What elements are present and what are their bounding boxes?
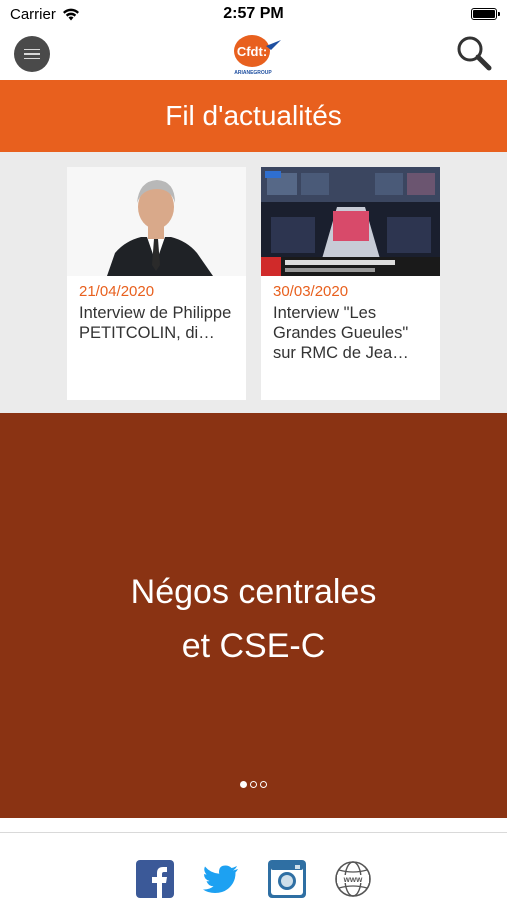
banner-title-line1: Négos centrales <box>130 573 377 611</box>
search-icon[interactable] <box>455 34 493 72</box>
menu-button[interactable] <box>14 36 50 72</box>
twitter-icon[interactable] <box>202 860 240 898</box>
page-dot[interactable] <box>240 781 247 788</box>
cfdt-logo: Cfdt: ARIANEGROUP <box>234 35 281 76</box>
footer-divider <box>0 832 507 833</box>
news-title: Interview de Philippe PETITCOLIN, di… <box>79 304 232 342</box>
status-time: 2:57 PM <box>223 5 284 22</box>
nav-bar: Cfdt: ARIANEGROUP <box>0 28 507 80</box>
news-date: 21/04/2020 <box>79 283 155 300</box>
section-title: Fil d'actualités <box>165 100 342 131</box>
svg-text:Cfdt:: Cfdt: <box>237 44 267 59</box>
svg-text:www: www <box>343 875 363 884</box>
news-title: Interview "Les Grandes Gueules" sur RMC … <box>273 304 409 362</box>
banner-title-line2: et CSE-C <box>181 627 326 665</box>
instagram-icon[interactable] <box>268 860 306 898</box>
banner-title: Négos centrales et CSE-C <box>0 565 507 673</box>
page-dot[interactable] <box>250 781 257 788</box>
page-indicator <box>0 781 507 788</box>
news-card[interactable]: 21/04/2020 Interview de Philippe PETITCO… <box>67 167 246 400</box>
news-image-tv-studio <box>261 167 440 276</box>
news-carousel[interactable]: 21/04/2020 Interview de Philippe PETITCO… <box>0 152 507 413</box>
news-card[interactable]: 30/03/2020 Interview "Les Grandes Gueule… <box>261 167 440 400</box>
svg-text:ARIANEGROUP: ARIANEGROUP <box>234 70 272 76</box>
website-icon[interactable]: www <box>334 860 372 898</box>
news-date: 30/03/2020 <box>273 283 349 300</box>
banner-slide[interactable]: Négos centrales et CSE-C <box>0 413 507 818</box>
news-image-portrait <box>67 167 246 276</box>
page-dot[interactable] <box>260 781 267 788</box>
hamburger-icon <box>24 48 40 51</box>
facebook-icon[interactable] <box>136 860 174 898</box>
status-bar: Carrier 2:57 PM <box>0 0 507 28</box>
section-header: Fil d'actualités <box>0 80 507 152</box>
battery-icon <box>471 8 500 20</box>
